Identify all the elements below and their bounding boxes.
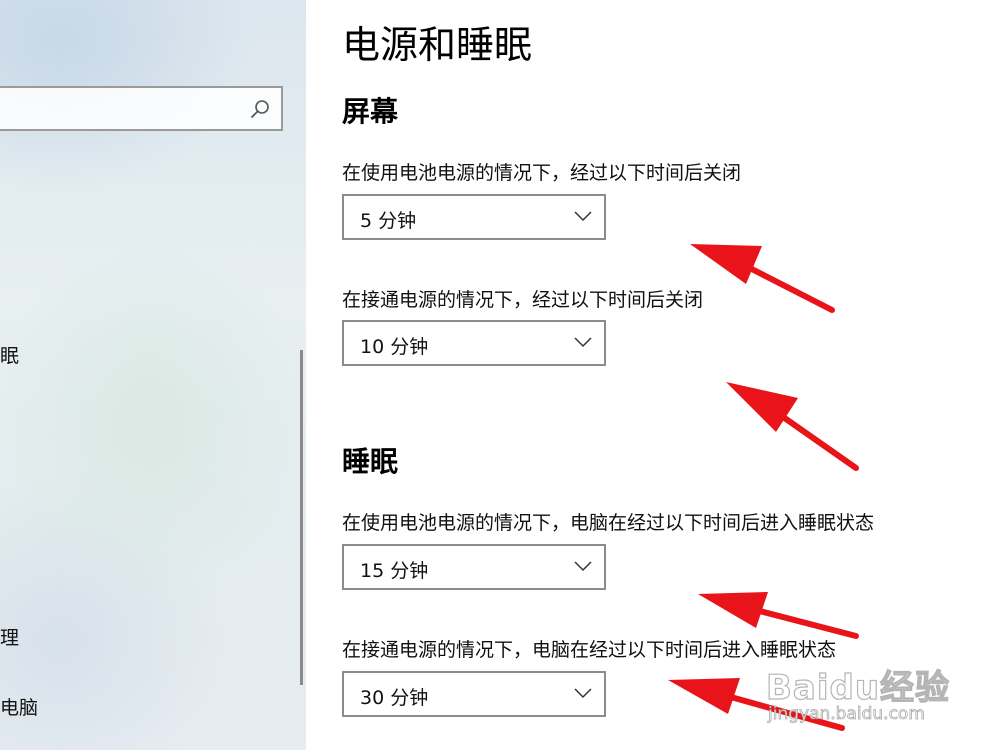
watermark-url: jingyan.baidu.com: [768, 704, 926, 725]
sidebar-item-power-sleep[interactable]: 眠: [0, 342, 19, 370]
search-icon[interactable]: [249, 98, 271, 120]
chevron-down-icon: [574, 561, 592, 572]
sidebar-item-storage[interactable]: 理: [0, 624, 19, 652]
sleep-plugged-dropdown[interactable]: 30 分钟: [342, 671, 606, 717]
sleep-section-title: 睡眠: [342, 445, 399, 478]
screen-battery-label: 在使用电池电源的情况下，经过以下时间后关闭: [342, 162, 742, 184]
sleep-battery-label: 在使用电池电源的情况下，电脑在经过以下时间后进入睡眠状态: [342, 512, 875, 534]
page-title: 电源和睡眠: [342, 23, 533, 67]
chevron-down-icon: [574, 688, 592, 699]
main-content: 电源和睡眠 屏幕 在使用电池电源的情况下，经过以下时间后关闭 5 分钟 在接通电…: [306, 0, 1000, 750]
screen-section-title: 屏幕: [342, 95, 399, 128]
dropdown-value: 5 分钟: [360, 210, 417, 232]
dropdown-value: 30 分钟: [360, 687, 429, 709]
navigation-pane: 眠 理 电脑: [0, 0, 306, 750]
screen-plugged-label: 在接通电源的情况下，经过以下时间后关闭: [342, 289, 704, 311]
sidebar-item-label: 理: [0, 627, 20, 649]
sleep-battery-dropdown[interactable]: 15 分钟: [342, 544, 606, 590]
sidebar-item-label: 电脑: [0, 697, 39, 719]
dropdown-value: 15 分钟: [360, 560, 429, 582]
sidebar-item-about[interactable]: 电脑: [0, 694, 38, 722]
chevron-down-icon: [574, 211, 592, 222]
watermark: Baidu经验 jingyan.baidu.com: [765, 660, 976, 732]
dropdown-value: 10 分钟: [360, 336, 429, 358]
screen-plugged-dropdown[interactable]: 10 分钟: [342, 320, 606, 366]
nav-scrollbar[interactable]: [300, 350, 303, 685]
screen-battery-dropdown[interactable]: 5 分钟: [342, 194, 606, 240]
watermark-brand: Baidu经验: [765, 667, 951, 708]
search-box[interactable]: [0, 86, 283, 131]
search-input[interactable]: [4, 94, 234, 122]
sidebar-item-label: 眠: [0, 345, 20, 367]
chevron-down-icon: [574, 337, 592, 348]
sleep-plugged-label: 在接通电源的情况下，电脑在经过以下时间后进入睡眠状态: [342, 639, 837, 661]
